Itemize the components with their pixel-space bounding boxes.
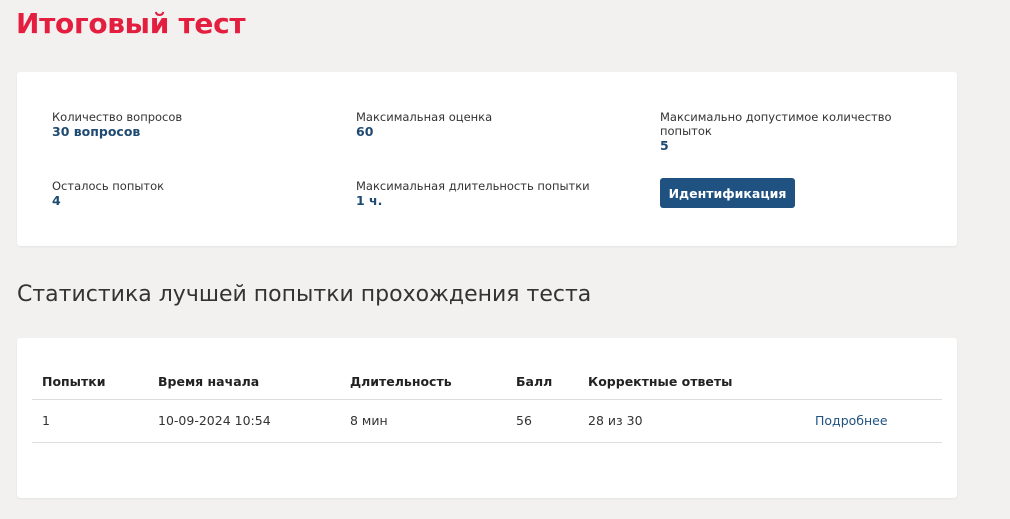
table-row: 1 10-09-2024 10:54 8 мин 56 28 из 30 Под… — [32, 399, 942, 443]
max-duration-block: Максимальная длительность попытки 1 ч. — [356, 179, 590, 208]
header-duration: Длительность — [340, 365, 506, 400]
cell-correct-answers: 28 из 30 — [578, 399, 805, 443]
questions-count-value: 30 вопросов — [52, 124, 141, 139]
test-info-card: Количество вопросов 30 вопросов Максимал… — [17, 72, 957, 246]
cell-start-time: 10-09-2024 10:54 — [148, 399, 340, 443]
table-header-row: Попытки Время начала Длительность Балл К… — [32, 365, 942, 400]
cell-details: Подробнее — [805, 399, 942, 443]
questions-count-label: Количество вопросов — [52, 110, 183, 124]
remaining-attempts-value: 4 — [52, 193, 61, 208]
header-start-time: Время начала — [148, 365, 340, 400]
page-title: Итоговый тест — [16, 7, 246, 40]
max-attempts-label-line2: попыток — [660, 124, 712, 138]
max-attempts-label-line1: Максимально допустимое количество — [660, 110, 892, 124]
header-attempts: Попытки — [32, 365, 148, 400]
cell-duration: 8 мин — [340, 399, 506, 443]
header-score: Балл — [506, 365, 578, 400]
max-duration-label: Максимальная длительность попытки — [356, 179, 590, 193]
max-duration-value: 1 ч. — [356, 193, 383, 208]
max-score-label: Максимальная оценка — [356, 110, 493, 124]
max-score-value: 60 — [356, 124, 374, 139]
remaining-attempts-label: Осталось попыток — [52, 179, 165, 193]
details-link[interactable]: Подробнее — [815, 413, 888, 428]
max-score-block: Максимальная оценка 60 — [356, 110, 492, 139]
max-attempts-block: Максимально допустимое количество попыто… — [660, 110, 892, 153]
questions-count-block: Количество вопросов 30 вопросов — [52, 110, 182, 139]
remaining-attempts-block: Осталось попыток 4 — [52, 179, 164, 208]
stats-card: Попытки Время начала Длительность Балл К… — [17, 338, 957, 498]
header-correct-answers: Корректные ответы — [578, 365, 805, 400]
identification-button[interactable]: Идентификация — [660, 178, 795, 208]
cell-score: 56 — [506, 399, 578, 443]
header-actions — [805, 365, 942, 400]
max-attempts-value: 5 — [660, 138, 669, 153]
stats-table: Попытки Время начала Длительность Балл К… — [32, 365, 942, 443]
cell-attempt: 1 — [32, 399, 148, 443]
stats-section-title: Статистика лучшей попытки прохождения те… — [17, 282, 592, 307]
